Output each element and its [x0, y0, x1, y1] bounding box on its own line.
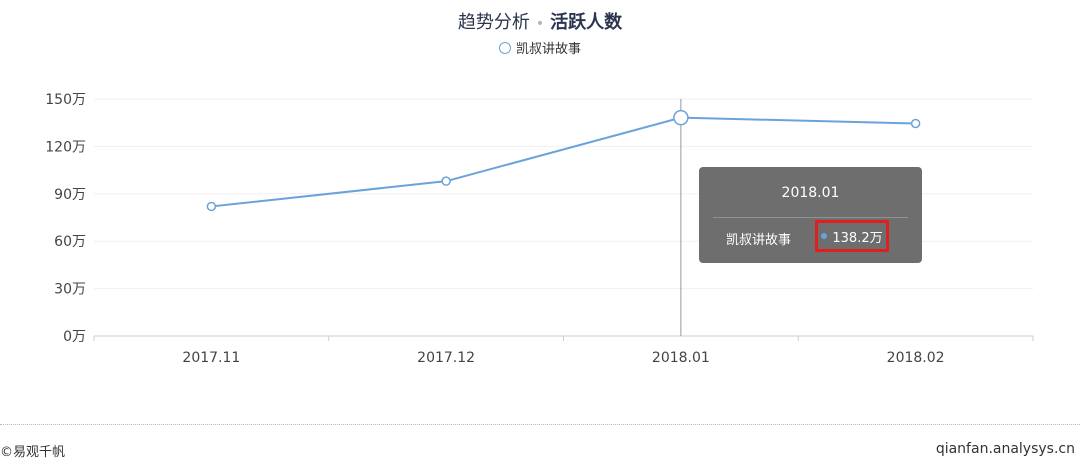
tooltip-series-name: 凯叔讲故事	[726, 233, 792, 248]
footer-copyright: ©易观千帆	[0, 445, 66, 460]
tooltip-title: 2018.01	[781, 185, 840, 201]
x-tick-label: 2018.01	[652, 350, 710, 366]
tooltip-value-highlight: 138.2万	[815, 220, 889, 252]
tooltip-divider	[713, 217, 908, 218]
y-tick-label: 0万	[63, 329, 86, 345]
data-point[interactable]	[206, 201, 217, 212]
x-tick-label: 2017.11	[182, 350, 240, 366]
footer-site: qianfan.analysys.cn	[935, 441, 1075, 457]
y-tick-label: 90万	[54, 187, 86, 203]
y-tick-label: 30万	[54, 282, 86, 298]
y-tick-label: 120万	[45, 139, 86, 155]
series-dot-icon	[821, 233, 828, 239]
chart-tooltip: 2018.01 凯叔讲故事 138.2万	[699, 167, 922, 263]
footer-divider	[0, 424, 1080, 425]
x-tick-label: 2017.12	[417, 350, 475, 366]
data-point[interactable]	[910, 118, 921, 129]
tooltip-value: 138.2万	[832, 230, 883, 246]
y-tick-label: 60万	[54, 234, 86, 250]
y-tick-label: 150万	[45, 92, 86, 108]
data-point[interactable]	[441, 176, 451, 186]
x-tick-label: 2018.02	[887, 350, 945, 366]
data-point[interactable]	[673, 109, 689, 126]
